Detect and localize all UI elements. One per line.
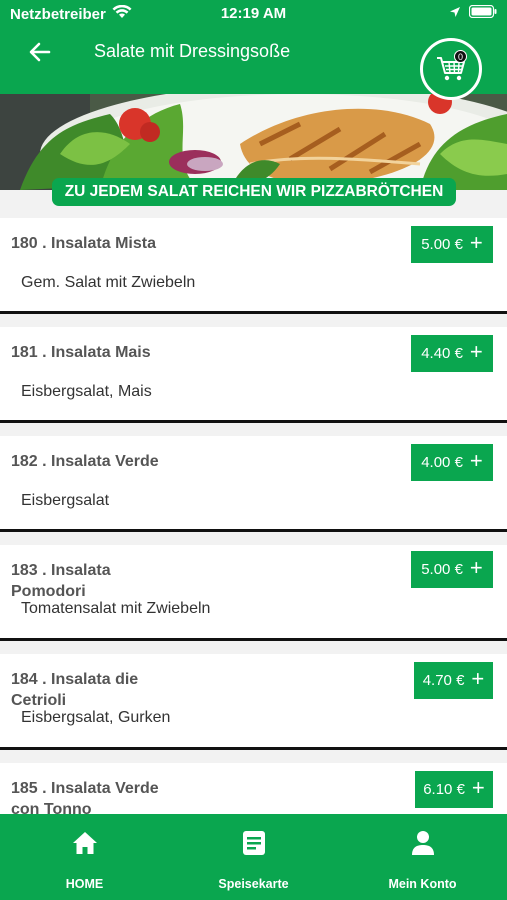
cart-count-badge: 0 [454,50,467,63]
price-label: 5.00 € [421,561,463,578]
list-item: 181 . Insalata Mais Eisbergsalat, Mais 4… [0,327,507,423]
user-icon [411,830,435,856]
item-name: 180 . Insalata Mista [11,235,156,252]
price-label: 4.40 € [421,345,463,362]
price-label: 4.70 € [422,672,465,689]
item-name: 182 . Insalata Verde [11,453,159,470]
list-item: 180 . Insalata Mista Gem. Salat mit Zwie… [0,218,507,314]
plus-icon: + [471,665,485,691]
item-name: 185 . Insalata Verde con Tonno [11,780,159,814]
battery-icon [468,4,497,22]
bottom-tab-bar: HOME Speisekarte Mein Konto [0,814,507,900]
plus-icon: + [471,774,485,800]
tab-label-home: HOME [65,877,104,891]
list-item: 184 . Insalata die Cetrioli Eisbergsalat… [0,654,507,750]
list-item: 185 . Insalata Verde con Tonno 6.10 € + [0,763,507,814]
arrow-left-icon [29,42,51,62]
price-label: 5.00 € [421,236,463,253]
plus-icon: + [469,229,483,255]
cart-button[interactable]: 0 [420,38,482,100]
item-name: 183 . Insalata Pomodori [11,562,111,600]
tab-label-mein-konto: Mein Konto [388,877,457,891]
add-to-cart-button[interactable]: 5.00 € + [411,226,493,263]
home-icon [72,830,98,856]
add-to-cart-button[interactable]: 4.70 € + [414,662,493,699]
tab-home[interactable]: HOME [0,814,169,900]
screen: Netzbetreiber 12:19 AM Salate mit Dressi… [0,0,507,900]
add-to-cart-button[interactable]: 5.00 € + [411,551,493,588]
add-to-cart-button[interactable]: 6.10 € + [415,771,493,808]
item-description: Gem. Salat mit Zwiebeln [21,274,196,291]
price-label: 6.10 € [423,781,465,798]
status-time: 12:19 AM [220,5,287,22]
back-button[interactable] [22,36,58,68]
list-item: 182 . Insalata Verde Eisbergsalat 4.00 €… [0,436,507,532]
location-arrow-icon [449,5,461,22]
banner-label: ZU JEDEM SALAT REICHEN WIR PIZZABRÖTCHEN [52,178,456,206]
tab-label-speisekarte: Speisekarte [218,877,289,891]
item-description: Eisbergsalat, Mais [21,383,152,400]
page-title: Salate mit Dressingsoße [94,41,291,61]
plus-icon: + [469,554,483,580]
add-to-cart-button[interactable]: 4.00 € + [411,444,493,481]
menu-list-icon [242,830,266,856]
plus-icon: + [469,447,483,473]
product-list: 180 . Insalata Mista Gem. Salat mit Zwie… [0,218,507,814]
plus-icon: + [469,338,483,364]
price-label: 4.00 € [421,454,463,471]
tab-mein-konto[interactable]: Mein Konto [338,814,507,900]
item-description: Eisbergsalat [21,492,110,509]
status-right-group [449,4,497,22]
item-name: 184 . Insalata die Cetrioli [11,671,139,709]
salad-banner-image [0,94,507,190]
app-header: Salate mit Dressingsoße 0 [0,28,507,100]
tab-speisekarte[interactable]: Speisekarte [169,814,338,900]
list-item: 183 . Insalata Pomodori Tomatensalat mit… [0,545,507,641]
status-bar: Netzbetreiber 12:19 AM [0,0,507,28]
item-description: Eisbergsalat, Gurken [21,709,171,726]
item-name: 181 . Insalata Mais [11,344,151,361]
add-to-cart-button[interactable]: 4.40 € + [411,335,493,372]
item-description: Tomatensalat mit Zwiebeln [21,600,211,617]
